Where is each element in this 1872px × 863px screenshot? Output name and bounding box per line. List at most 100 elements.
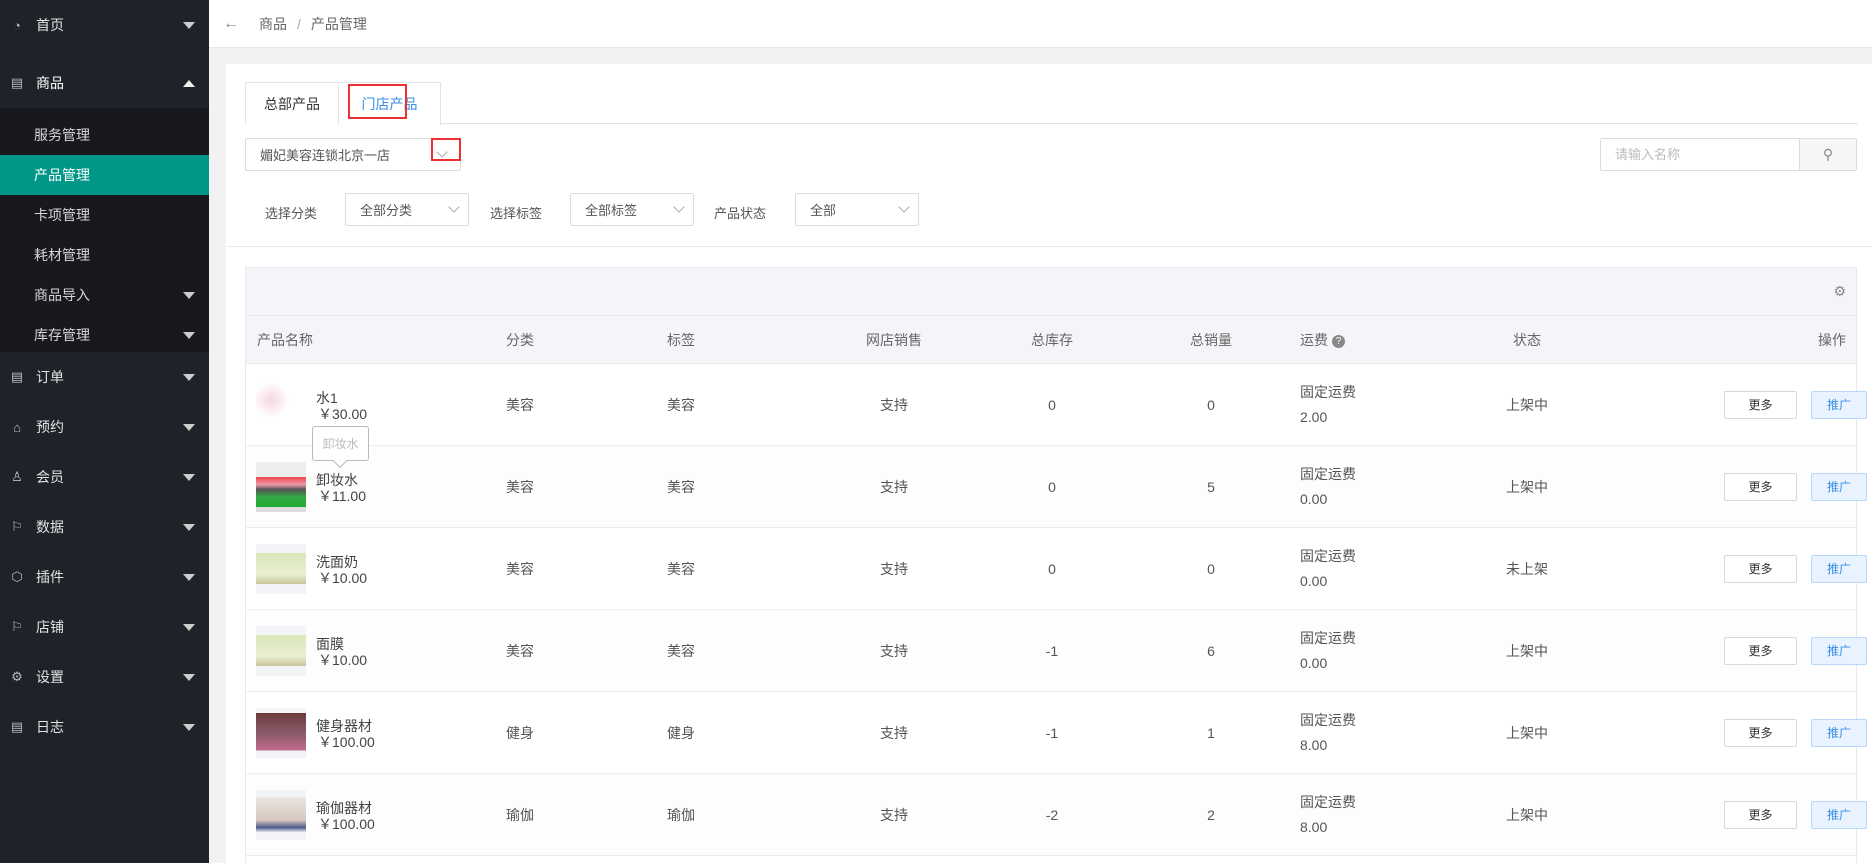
product-name[interactable]: 面膜 bbox=[316, 636, 367, 652]
status-cell: 上架中 bbox=[1506, 806, 1548, 823]
product-thumbnail[interactable] bbox=[256, 626, 306, 676]
gear-icon[interactable]: ⚙ bbox=[1833, 283, 1846, 300]
more-button[interactable]: 更多 bbox=[1724, 636, 1797, 665]
users-icon: ♙ bbox=[11, 469, 23, 484]
search-input[interactable] bbox=[1601, 139, 1799, 170]
tag-cell: 美容 bbox=[667, 560, 695, 577]
product-name[interactable]: 洗面奶 bbox=[316, 554, 367, 570]
more-button[interactable]: 更多 bbox=[1724, 718, 1797, 747]
product-price: ￥100.00 bbox=[318, 734, 375, 750]
breadcrumb-current: 产品管理 bbox=[310, 15, 367, 32]
search-box: ⚲ bbox=[1600, 138, 1857, 171]
product-thumbnail[interactable] bbox=[256, 544, 306, 594]
product-name[interactable]: 健身器材 bbox=[316, 718, 375, 734]
sidebar-item-plugins[interactable]: ⬡ 插件 bbox=[0, 552, 209, 602]
status-cell: 上架中 bbox=[1506, 478, 1548, 495]
tab-hq-products[interactable]: 总部产品 bbox=[245, 82, 339, 124]
chevron-down-icon bbox=[673, 201, 685, 213]
highlight-box bbox=[431, 138, 461, 161]
online-sale-cell: 支持 bbox=[880, 396, 908, 413]
flag-icon: ⚐ bbox=[11, 619, 23, 634]
sidebar-item-home[interactable]: ◔ 首页 bbox=[0, 0, 209, 50]
back-arrow-icon[interactable]: ← bbox=[223, 15, 239, 33]
product-table: ⚙ 产品名称 分类 标签 网店销售 总库存 总销量 运费? 状态 操作 水1 ￥3… bbox=[245, 267, 1867, 863]
sidebar-item-orders[interactable]: ▤ 订单 bbox=[0, 352, 209, 402]
more-button[interactable]: 更多 bbox=[1724, 554, 1797, 583]
search-button[interactable]: ⚲ bbox=[1799, 139, 1856, 170]
promote-button[interactable]: 推广 bbox=[1811, 636, 1867, 665]
sidebar-subitem-cards[interactable]: 卡项管理 bbox=[0, 195, 209, 235]
table-row: 瑜伽器材 ￥100.00 瑜伽 瑜伽 支持 -2 2 固定运费 8.00 上架中 更… bbox=[246, 774, 1867, 856]
shipping-fee-cell: 固定运费 0.00 bbox=[1300, 629, 1356, 671]
sidebar-subitem-import[interactable]: 商品导入 bbox=[0, 275, 209, 315]
highlight-box bbox=[348, 84, 407, 119]
promote-button[interactable]: 推广 bbox=[1811, 718, 1867, 747]
category-cell: 美容 bbox=[506, 396, 534, 413]
table-body: 水1 ￥30.00 美容 美容 支持 0 0 固定运费 2.00 上架中 更多 推广… bbox=[246, 364, 1867, 856]
product-name[interactable]: 卸妆水 bbox=[316, 472, 366, 488]
product-thumbnail[interactable] bbox=[256, 462, 306, 512]
product-price: ￥100.00 bbox=[318, 816, 375, 832]
product-thumbnail[interactable] bbox=[256, 790, 306, 840]
stock-cell: -1 bbox=[1045, 642, 1059, 659]
sidebar: ◔ 首页 ▤ 商品 服务管理 产品管理 卡项管理 耗材管理 商品导入 库存管理 ▤ 订… bbox=[0, 0, 209, 863]
stock-cell: -1 bbox=[1045, 724, 1059, 741]
caret-down-icon bbox=[183, 292, 195, 299]
divider bbox=[226, 246, 1872, 247]
chevron-down-icon bbox=[898, 201, 910, 213]
more-button[interactable]: 更多 bbox=[1724, 800, 1797, 829]
status-select[interactable]: 全部 bbox=[795, 193, 919, 226]
sidebar-item-store[interactable]: ⚐ 店铺 bbox=[0, 602, 209, 652]
product-price: ￥11.00 bbox=[318, 488, 366, 504]
promote-button[interactable]: 推广 bbox=[1811, 390, 1867, 419]
chevron-down-icon bbox=[448, 201, 460, 213]
more-button[interactable]: 更多 bbox=[1724, 390, 1797, 419]
sidebar-item-members[interactable]: ♙ 会员 bbox=[0, 452, 209, 502]
shipping-fee-cell: 固定运费 8.00 bbox=[1300, 711, 1356, 753]
clipboard-icon: ▤ bbox=[10, 369, 24, 384]
sidebar-subitem-service[interactable]: 服务管理 bbox=[0, 115, 209, 155]
tag-cell: 美容 bbox=[667, 642, 695, 659]
product-price: ￥30.00 bbox=[318, 406, 368, 422]
breadcrumb-parent[interactable]: 商品 bbox=[259, 14, 287, 34]
promote-button[interactable]: 推广 bbox=[1811, 472, 1867, 501]
product-price: ￥10.00 bbox=[318, 570, 368, 586]
sidebar-item-data[interactable]: ⚐ 数据 bbox=[0, 502, 209, 552]
more-button[interactable]: 更多 bbox=[1724, 472, 1797, 501]
online-sale-cell: 支持 bbox=[880, 560, 908, 577]
sidebar-submenu: 服务管理 产品管理 卡项管理 耗材管理 商品导入 库存管理 bbox=[0, 108, 209, 352]
shipping-fee-cell: 固定运费 2.00 bbox=[1300, 383, 1356, 425]
product-name[interactable]: 瑜伽器材 bbox=[316, 800, 375, 816]
sidebar-subitem-inventory[interactable]: 库存管理 bbox=[0, 315, 209, 355]
online-sale-cell: 支持 bbox=[880, 478, 908, 495]
table-toolbar: ⚙ bbox=[246, 268, 1856, 316]
product-name-cell: 卸妆水 ￥11.00 bbox=[316, 472, 366, 504]
document-icon: ▤ bbox=[10, 75, 24, 90]
online-sale-cell: 支持 bbox=[880, 806, 908, 823]
sidebar-subitem-consumables[interactable]: 耗材管理 bbox=[0, 235, 209, 275]
sidebar-item-logs[interactable]: ▤ 日志 bbox=[0, 702, 209, 752]
sidebar-subitem-products[interactable]: 产品管理 bbox=[0, 155, 209, 195]
sidebar-item-goods[interactable]: ▤ 商品 bbox=[0, 58, 209, 108]
store-select[interactable]: 媚妃美容连锁北京一店 bbox=[245, 138, 461, 171]
online-sale-cell: 支持 bbox=[880, 724, 908, 741]
tag-select[interactable]: 全部标签 bbox=[570, 193, 694, 226]
product-name[interactable]: 水1 bbox=[316, 390, 367, 406]
category-select[interactable]: 全部分类 bbox=[345, 193, 469, 226]
promote-button[interactable]: 推广 bbox=[1811, 554, 1867, 583]
sidebar-item-booking[interactable]: ⌂ 预约 bbox=[0, 402, 209, 452]
home-icon: ⌂ bbox=[13, 419, 21, 435]
sidebar-item-settings[interactable]: ⚙ 设置 bbox=[0, 652, 209, 702]
help-icon[interactable]: ? bbox=[1332, 334, 1345, 348]
sales-cell: 2 bbox=[1207, 806, 1215, 823]
table-row: 水1 ￥30.00 美容 美容 支持 0 0 固定运费 2.00 上架中 更多 推广 bbox=[246, 364, 1867, 446]
caret-down-icon bbox=[183, 624, 195, 631]
product-thumbnail[interactable] bbox=[256, 708, 306, 758]
caret-down-icon bbox=[183, 574, 195, 581]
sales-cell: 0 bbox=[1207, 396, 1215, 413]
gear-icon: ⚙ bbox=[11, 669, 23, 684]
stock-cell: 0 bbox=[1048, 560, 1056, 577]
product-thumbnail[interactable] bbox=[256, 380, 306, 430]
status-cell: 上架中 bbox=[1506, 642, 1548, 659]
promote-button[interactable]: 推广 bbox=[1811, 800, 1867, 829]
